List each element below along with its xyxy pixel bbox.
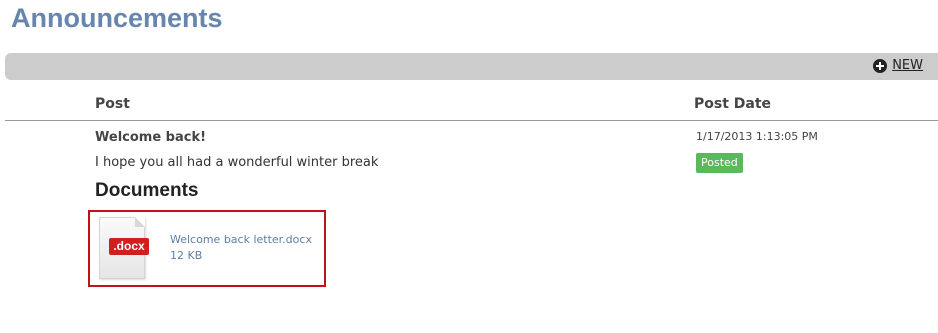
docx-file-icon[interactable]: .docx <box>99 217 149 279</box>
document-attachment[interactable]: .docx Welcome back letter.docx 12 KB <box>88 210 326 287</box>
new-button-label[interactable]: NEW <box>892 58 923 73</box>
post-title: Welcome back! <box>95 130 207 145</box>
new-button[interactable]: NEW <box>873 58 923 73</box>
page-title: Announcements <box>11 3 223 33</box>
column-header-post: Post <box>95 96 130 112</box>
column-header-post-date: Post Date <box>694 96 772 112</box>
header-divider <box>5 120 938 121</box>
document-name-link[interactable]: Welcome back letter.docx <box>170 233 312 246</box>
plus-circle-icon[interactable] <box>873 58 888 73</box>
post-date: 1/17/2013 1:13:05 PM <box>696 130 818 143</box>
documents-heading: Documents <box>95 180 199 201</box>
status-badge: Posted <box>696 153 743 173</box>
post-body: I hope you all had a wonderful winter br… <box>95 155 379 170</box>
file-type-badge: .docx <box>109 238 149 255</box>
document-size: 12 KB <box>170 249 203 262</box>
toolbar: NEW <box>5 53 938 80</box>
